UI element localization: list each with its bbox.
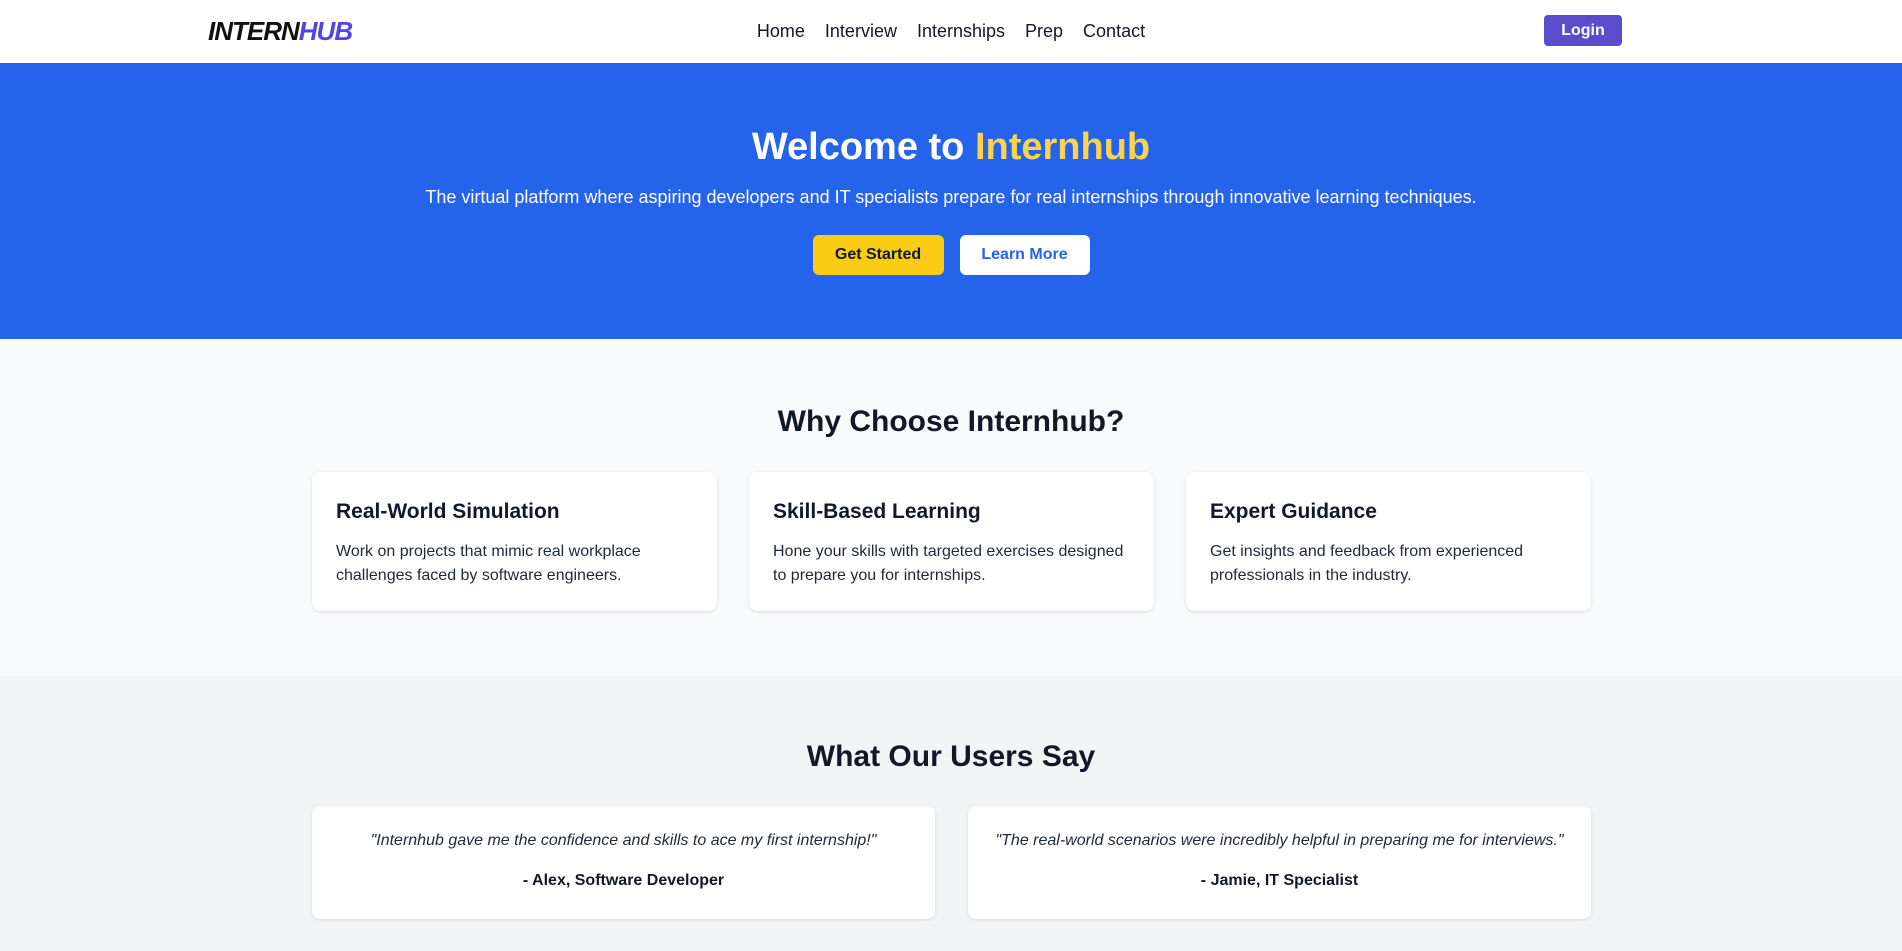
testimonial-quote: "The real-world scenarios were incredibl… [995,832,1564,849]
testimonials-title: What Our Users Say [806,740,1096,773]
feature-card-title: Real-World Simulation [336,500,560,523]
hero-title: Welcome to Internhub [0,123,1902,171]
hero-section: Welcome to Internhub The virtual platfor… [0,63,1902,339]
feature-card-title: Skill-Based Learning [773,500,981,523]
testimonial-card-jamie: "The real-world scenarios were incredibl… [968,806,1591,919]
nav-link-interview[interactable]: Interview [825,19,897,43]
nav-link-home[interactable]: Home [757,19,805,43]
hero-button-row: Get Started Learn More [0,235,1902,275]
feature-card-guidance: Expert Guidance Get insights and feedbac… [1186,472,1591,611]
testimonial-author: - Alex, Software Developer [522,872,725,889]
nav-link-internships[interactable]: Internships [917,19,1005,43]
testimonial-card-alex: "Internhub gave me the confidence and sk… [312,806,935,919]
hero-title-highlight: Internhub [974,126,1151,168]
nav-link-contact[interactable]: Contact [1083,19,1145,43]
feature-card-title: Expert Guidance [1210,500,1377,523]
login-button[interactable]: Login [1544,15,1622,46]
brand-logo-part1: INTERN [208,16,300,46]
features-section: Why Choose Internhub? Real-World Simulat… [0,339,1902,676]
feature-card-simulation: Real-World Simulation Work on projects t… [312,472,717,611]
hero-title-prefix: Welcome to [751,126,975,168]
hero-subtitle: The virtual platform where aspiring deve… [425,187,1477,207]
features-title: Why Choose Internhub? [777,405,1125,438]
get-started-button[interactable]: Get Started [812,235,944,275]
feature-card-text: Get insights and feedback from experienc… [1210,543,1524,584]
feature-card-skills: Skill-Based Learning Hone your skills wi… [749,472,1154,611]
testimonial-author: - Jamie, IT Specialist [1200,872,1359,889]
brand-logo[interactable]: INTERNHUB [208,14,353,48]
feature-card-text: Hone your skills with targeted exercises… [773,543,1124,584]
learn-more-button[interactable]: Learn More [959,235,1090,275]
nav-link-prep[interactable]: Prep [1025,19,1063,43]
feature-card-text: Work on projects that mimic real workpla… [336,543,641,584]
testimonials-section: What Our Users Say "Internhub gave me th… [0,676,1902,951]
testimonial-quote: "Internhub gave me the confidence and sk… [370,832,877,849]
brand-logo-part2: HUB [298,16,353,46]
top-navbar: INTERNHUB Home Interview Internships Pre… [0,0,1902,63]
